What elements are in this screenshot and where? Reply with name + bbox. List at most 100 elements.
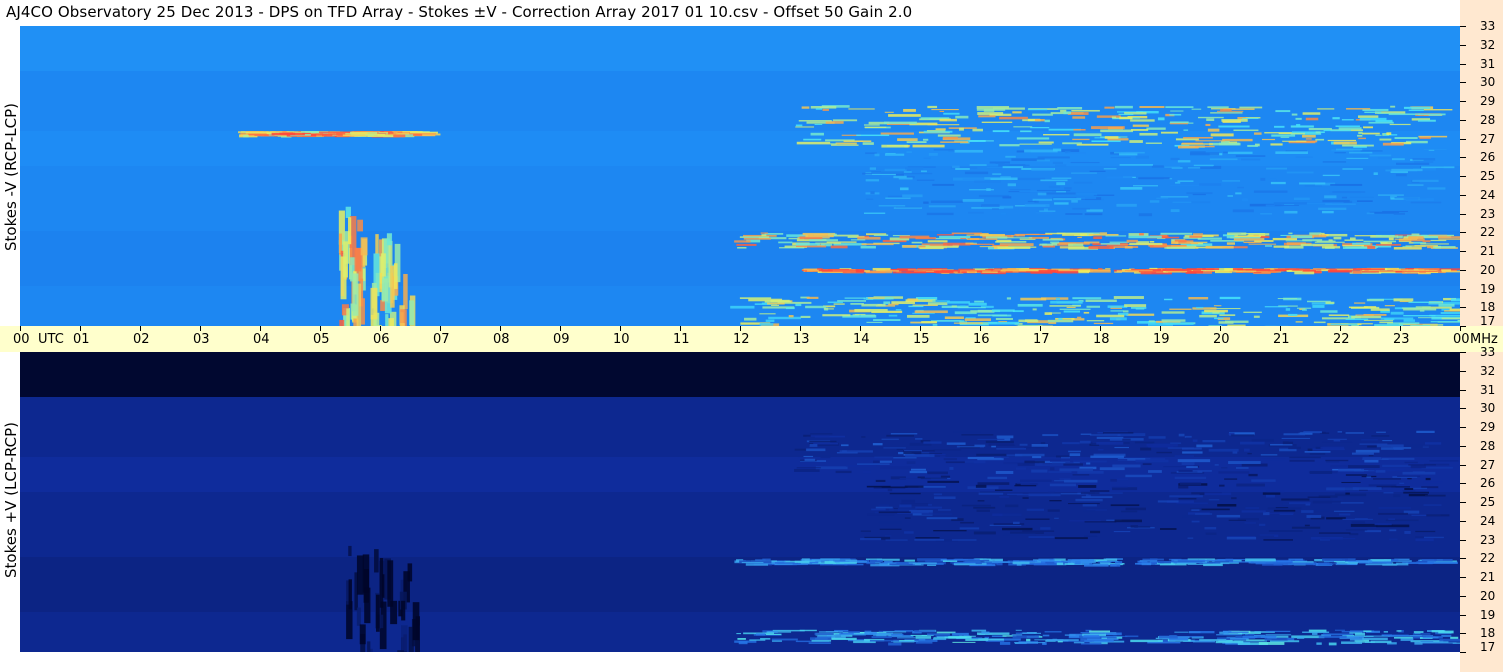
frequency-unit-label: MHz xyxy=(1470,332,1498,347)
frequency-tick-label: 24 xyxy=(1480,513,1496,528)
background-row xyxy=(20,647,1460,652)
frequency-tick-label: 17 xyxy=(1480,314,1496,328)
frequency-tick xyxy=(1460,213,1466,215)
top-spectrogram xyxy=(20,26,1460,326)
time-tick-label: 13 xyxy=(793,332,810,347)
frequency-tick xyxy=(1460,427,1466,428)
frequency-tick-label: 17 xyxy=(1480,640,1496,654)
frequency-tick-label: 18 xyxy=(1480,300,1496,315)
time-tick-label: 07 xyxy=(433,332,450,347)
time-tick xyxy=(500,326,501,331)
frequency-tick-label: 31 xyxy=(1480,382,1496,397)
time-tick xyxy=(560,326,561,331)
time-tick xyxy=(140,326,141,331)
frequency-tick-label: 26 xyxy=(1480,476,1496,491)
time-tick xyxy=(20,326,21,331)
bottom-ylabel-strip: Stokes +V (LCP-RCP) xyxy=(0,352,20,652)
time-tick-label: 04 xyxy=(253,332,270,347)
time-tick-label: 17 xyxy=(1033,332,1050,347)
frequency-tick-label: 18 xyxy=(1480,626,1496,641)
time-unit-label: UTC xyxy=(38,332,64,347)
time-tick-label: 11 xyxy=(673,332,690,347)
time-tick xyxy=(260,326,261,331)
time-tick xyxy=(980,326,981,331)
frequency-tick xyxy=(1460,44,1466,46)
frequency-tick xyxy=(1460,614,1466,616)
frequency-tick-label: 19 xyxy=(1480,607,1496,622)
frequency-tick xyxy=(1460,63,1466,65)
frequency-tick xyxy=(1460,138,1466,140)
time-tick-label: 02 xyxy=(133,332,150,347)
frequency-tick-label: 26 xyxy=(1480,150,1496,165)
frequency-tick-label: 29 xyxy=(1480,420,1496,434)
frequency-tick xyxy=(1460,26,1466,27)
time-tick-label: 06 xyxy=(373,332,390,347)
time-tick-label: 00 xyxy=(13,332,30,347)
time-tick xyxy=(80,326,81,331)
time-tick xyxy=(800,326,801,331)
frequency-tick-label: 30 xyxy=(1480,75,1496,90)
time-tick-label: 03 xyxy=(193,332,210,347)
time-tick-label: 15 xyxy=(913,332,930,347)
bottom-frequency-axis xyxy=(1460,352,1503,672)
frequency-tick xyxy=(1460,101,1466,102)
frequency-tick xyxy=(1460,157,1466,159)
frequency-tick-label: 22 xyxy=(1480,225,1496,240)
time-tick xyxy=(1280,326,1281,331)
frequency-tick-label: 27 xyxy=(1480,131,1496,146)
frequency-tick-label: 30 xyxy=(1480,401,1496,416)
top-ylabel-strip: Stokes -V (RCP-LCP) xyxy=(0,26,20,326)
frequency-tick-label: 28 xyxy=(1480,438,1496,453)
frequency-tick-label: 32 xyxy=(1480,37,1496,52)
frequency-tick xyxy=(1460,520,1466,522)
time-tick xyxy=(1040,326,1041,331)
frequency-tick xyxy=(1460,269,1466,271)
frequency-tick-label: 21 xyxy=(1480,244,1496,258)
frequency-tick-label: 28 xyxy=(1480,112,1496,127)
frequency-tick xyxy=(1460,307,1466,309)
time-tick xyxy=(680,326,681,331)
frequency-tick-label: 23 xyxy=(1480,206,1496,221)
top-panel-ylabel: Stokes -V (RCP-LCP) xyxy=(2,103,20,251)
time-tick xyxy=(740,326,741,331)
frequency-tick-label: 29 xyxy=(1480,94,1496,108)
frequency-tick xyxy=(1460,539,1466,541)
time-tick-label: 14 xyxy=(853,332,870,347)
time-tick-label: 00 xyxy=(1453,332,1470,347)
frequency-tick-label: 27 xyxy=(1480,457,1496,472)
time-tick xyxy=(1100,326,1101,331)
frequency-tick xyxy=(1460,652,1466,653)
frequency-tick xyxy=(1460,176,1466,177)
time-tick-label: 19 xyxy=(1153,332,1170,347)
time-tick xyxy=(620,326,621,331)
time-tick xyxy=(1460,326,1461,331)
frequency-tick xyxy=(1460,352,1466,353)
frequency-tick-label: 31 xyxy=(1480,56,1496,71)
frequency-tick-label: 23 xyxy=(1480,532,1496,547)
frequency-tick xyxy=(1460,483,1466,485)
frequency-tick xyxy=(1460,408,1466,410)
frequency-tick xyxy=(1460,502,1466,503)
frequency-tick xyxy=(1460,194,1466,196)
frequency-tick-label: 24 xyxy=(1480,187,1496,202)
time-tick-label: 22 xyxy=(1333,332,1350,347)
time-tick-label: 23 xyxy=(1393,332,1410,347)
frequency-tick xyxy=(1460,288,1466,290)
frequency-tick-label: 20 xyxy=(1480,588,1496,603)
time-tick xyxy=(380,326,381,331)
frequency-tick xyxy=(1460,595,1466,597)
time-tick-label: 12 xyxy=(733,332,750,347)
time-tick xyxy=(860,326,861,331)
bottom-spectrogram xyxy=(20,352,1460,652)
frequency-tick xyxy=(1460,370,1466,372)
time-tick-label: 21 xyxy=(1273,332,1290,347)
frequency-tick xyxy=(1460,251,1466,252)
frequency-tick xyxy=(1460,82,1466,84)
time-tick-label: 05 xyxy=(313,332,330,347)
time-tick xyxy=(440,326,441,331)
time-tick-label: 20 xyxy=(1213,332,1230,347)
frequency-tick xyxy=(1460,119,1466,121)
frequency-tick-label: 19 xyxy=(1480,281,1496,296)
frequency-tick xyxy=(1460,232,1466,234)
time-tick xyxy=(1400,326,1401,331)
